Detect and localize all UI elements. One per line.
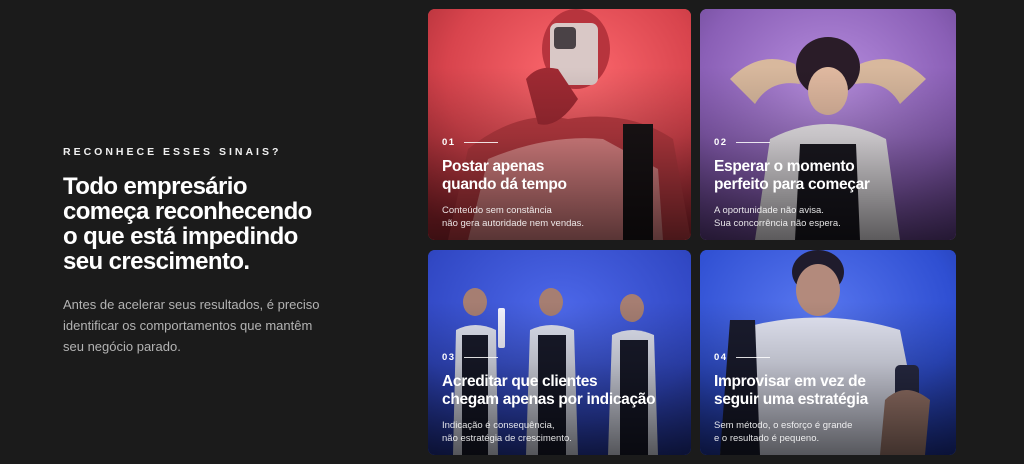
card-desc-line: A oportunidade não avisa. (714, 205, 824, 216)
card-number: 02 (714, 137, 944, 148)
number-rule (463, 357, 498, 358)
card-content: 04 Improvisar em vez de seguir uma estra… (714, 352, 944, 445)
sign-card-03: 03 Acreditar que clientes chegam apenas … (428, 250, 691, 455)
sign-card-02: 02 Esperar o momento perfeito para começ… (700, 9, 956, 240)
card-desc-line: não estratégia de crescimento. (442, 433, 572, 444)
card-title-line: perfeito para começar (714, 176, 870, 193)
card-title: Acreditar que clientes chegam apenas por… (442, 373, 679, 409)
card-desc-line: Sua concorrência não espera. (714, 218, 841, 229)
card-title-line: chegam apenas por indicação (442, 391, 656, 408)
card-desc-line: e o resultado é pequeno. (714, 433, 820, 444)
number-rule (463, 142, 498, 143)
headline-line: o que está impedindo (63, 223, 298, 250)
card-title: Improvisar em vez de seguir uma estratég… (714, 373, 944, 409)
card-desc-line: Sem método, o esforço é grande (714, 420, 853, 431)
intro-section: RECONHECE ESSES SINAIS? Todo empresário … (63, 146, 393, 357)
card-number: 03 (442, 352, 679, 363)
card-content: 03 Acreditar que clientes chegam apenas … (442, 352, 679, 445)
sign-card-04: 04 Improvisar em vez de seguir uma estra… (700, 250, 956, 455)
card-description: A oportunidade não avisa. Sua concorrênc… (714, 204, 944, 230)
card-number-text: 01 (442, 137, 456, 148)
section-eyebrow: RECONHECE ESSES SINAIS? (63, 146, 282, 158)
card-title-line: Improvisar em vez de (714, 373, 866, 390)
headline-line: Todo empresário (63, 173, 248, 200)
card-title-line: Esperar o momento (714, 158, 855, 175)
sign-card-01: 01 Postar apenas quando dá tempo Conteúd… (428, 9, 691, 240)
card-number-text: 03 (442, 352, 456, 363)
headline-line: seu crescimento. (63, 248, 250, 275)
card-description: Indicação é consequência, não estratégia… (442, 419, 679, 445)
section-headline: Todo empresário começa reconhecendo o qu… (63, 174, 393, 274)
card-number: 04 (714, 352, 944, 363)
card-desc-line: Conteúdo sem constância (442, 205, 552, 216)
card-desc-line: Indicação é consequência, (442, 420, 555, 431)
card-title-line: quando dá tempo (442, 176, 567, 193)
card-desc-line: não gera autoridade nem vendas. (442, 218, 585, 229)
number-rule (735, 142, 770, 143)
card-number-text: 02 (714, 137, 728, 148)
section-lead: Antes de acelerar seus resultados, é pre… (63, 294, 393, 357)
card-description: Sem método, o esforço é grande e o resul… (714, 419, 944, 445)
card-title-line: seguir uma estratégia (714, 391, 868, 408)
lead-line: Antes de acelerar seus resultados, é pre… (63, 297, 320, 312)
card-title-line: Postar apenas (442, 158, 545, 175)
card-content: 01 Postar apenas quando dá tempo Conteúd… (442, 137, 679, 230)
card-number: 01 (442, 137, 679, 148)
number-rule (735, 357, 770, 358)
page: RECONHECE ESSES SINAIS? Todo empresário … (0, 0, 1024, 464)
card-title: Esperar o momento perfeito para começar (714, 158, 944, 194)
card-description: Conteúdo sem constância não gera autorid… (442, 204, 679, 230)
lead-line: seu negócio parado. (63, 339, 181, 354)
card-content: 02 Esperar o momento perfeito para começ… (714, 137, 944, 230)
headline-line: começa reconhecendo (63, 198, 312, 225)
card-title: Postar apenas quando dá tempo (442, 158, 679, 194)
card-number-text: 04 (714, 352, 728, 363)
lead-line: identificar os comportamentos que mantêm (63, 318, 313, 333)
card-title-line: Acreditar que clientes (442, 373, 598, 390)
